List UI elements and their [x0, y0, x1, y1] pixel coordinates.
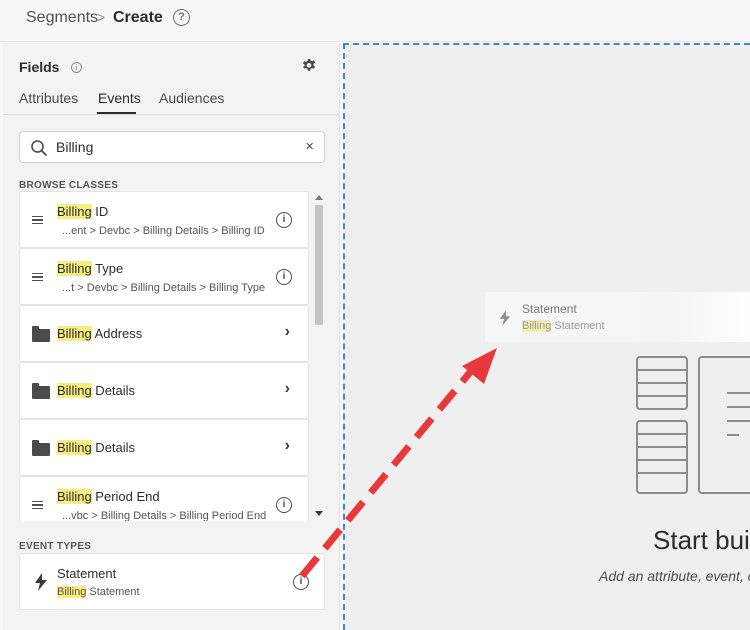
bolt-icon — [35, 573, 47, 591]
list-item-billing-details-2[interactable]: Billing Details › — [19, 419, 309, 476]
item-title-rest: Period End — [91, 489, 160, 504]
item-title: Billing Details — [57, 440, 135, 455]
match-highlight: Billing — [57, 440, 92, 455]
breadcrumb-separator: > — [97, 9, 106, 25]
chevron-right-icon[interactable]: › — [285, 323, 290, 341]
gear-icon[interactable] — [300, 57, 318, 75]
item-title: Billing Period End — [57, 489, 160, 504]
drag-ghost-title: Statement — [522, 302, 577, 316]
drag-handle-icon[interactable] — [32, 501, 43, 509]
item-title: Billing Type — [57, 261, 123, 276]
browse-classes-label: BROWSE CLASSES — [19, 180, 119, 191]
item-title-rest: ID — [91, 204, 109, 219]
search-input[interactable]: Billing — [56, 139, 93, 155]
search-icon — [31, 140, 47, 156]
info-icon[interactable]: i — [293, 574, 309, 590]
breadcrumb-segments[interactable]: Segments — [26, 9, 98, 27]
item-title-rest: Type — [91, 261, 124, 276]
info-icon[interactable]: i — [276, 497, 292, 513]
item-path: ...ent > Devbc > Billing Details > Billi… — [62, 225, 265, 237]
search-field[interactable]: Billing × — [19, 131, 325, 163]
chevron-right-icon[interactable]: › — [285, 380, 290, 398]
list-scrollbar[interactable] — [313, 191, 325, 521]
event-types-label: EVENT TYPES — [19, 541, 92, 552]
match-highlight: Billing — [57, 383, 92, 398]
event-subtitle-rest: Statement — [86, 586, 140, 598]
item-title-rest: Details — [91, 383, 136, 398]
item-path: ...t > Devbc > Billing Details > Billing… — [62, 282, 266, 294]
drag-ghost-subtitle: Billing Statement — [522, 320, 605, 332]
help-icon[interactable]: ? — [173, 9, 190, 26]
item-title: Billing ID — [57, 204, 108, 219]
folder-icon — [32, 383, 50, 399]
scroll-thumb[interactable] — [315, 205, 323, 325]
info-icon[interactable]: i — [276, 212, 292, 228]
item-title: Billing Address — [57, 326, 142, 341]
folder-icon — [32, 440, 50, 456]
drag-ghost-subtitle-rest: Statement — [551, 320, 605, 332]
fields-panel: Fields i Attributes Events Audiences Bil… — [3, 43, 340, 630]
info-icon[interactable]: i — [276, 269, 292, 285]
tab-events[interactable]: Events — [98, 90, 141, 106]
drag-ghost-statement[interactable]: Statement Billing Statement — [485, 292, 750, 342]
empty-state-subtitle: Add an attribute, event, c — [599, 568, 750, 584]
match-highlight: Billing — [57, 489, 92, 504]
list-item-billing-id[interactable]: Billing ID ...ent > Devbc > Billing Deta… — [19, 191, 309, 248]
match-highlight: Billing — [57, 204, 92, 219]
fields-info-icon[interactable]: i — [71, 62, 82, 73]
browse-classes-list: Billing ID ...ent > Devbc > Billing Deta… — [19, 191, 325, 521]
item-title-rest: Details — [91, 440, 136, 455]
match-highlight: Billing — [57, 586, 87, 598]
list-item-billing-address[interactable]: Billing Address › — [19, 305, 309, 362]
chevron-right-icon[interactable]: › — [285, 437, 290, 455]
drag-handle-icon[interactable] — [32, 273, 43, 281]
clear-search-icon[interactable]: × — [305, 138, 314, 155]
item-title: Billing Details — [57, 383, 135, 398]
list-item-billing-period-end[interactable]: Billing Period End ...vbc > Billing Deta… — [19, 476, 309, 521]
bolt-icon — [499, 310, 511, 326]
fields-title: Fields — [19, 59, 60, 75]
folder-icon — [32, 326, 50, 342]
event-title: Statement — [57, 566, 117, 581]
empty-state-title: Start buil — [653, 525, 750, 555]
match-highlight: Billing — [522, 320, 552, 332]
top-bar: Segments > Create ? — [0, 0, 750, 42]
scroll-down-arrow[interactable] — [315, 511, 323, 516]
match-highlight: Billing — [57, 326, 92, 341]
tab-divider — [3, 114, 339, 115]
event-type-statement[interactable]: Statement Billing Statement i — [19, 553, 325, 610]
item-title-rest: Address — [91, 326, 143, 341]
event-subtitle: Billing Statement — [57, 586, 140, 598]
drag-handle-icon[interactable] — [32, 216, 43, 224]
empty-state-illustration — [636, 356, 750, 494]
segment-canvas-dropzone[interactable]: Statement Billing Statement Start buil A… — [343, 43, 750, 630]
match-highlight: Billing — [57, 261, 92, 276]
scroll-up-arrow[interactable] — [315, 195, 323, 200]
item-path: ...vbc > Billing Details > Billing Perio… — [62, 510, 267, 521]
tab-attributes[interactable]: Attributes — [19, 90, 78, 106]
tab-audiences[interactable]: Audiences — [159, 90, 224, 106]
list-item-billing-type[interactable]: Billing Type ...t > Devbc > Billing Deta… — [19, 248, 309, 305]
page-title: Create — [113, 9, 163, 26]
list-item-billing-details[interactable]: Billing Details › — [19, 362, 309, 419]
